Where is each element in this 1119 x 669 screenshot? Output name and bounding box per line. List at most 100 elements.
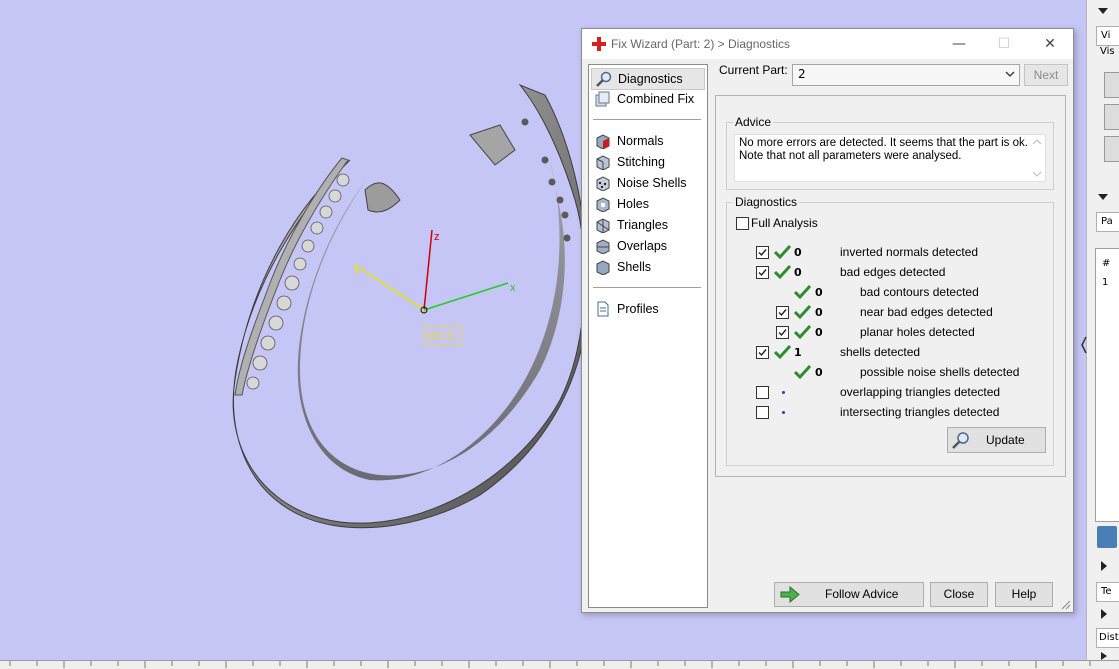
- row-count: 0: [794, 246, 802, 259]
- help-button[interactable]: Help: [995, 582, 1053, 607]
- axis-y-label: y: [354, 263, 360, 275]
- current-part-select[interactable]: 2: [792, 64, 1020, 86]
- expand-arrow-icon[interactable]: [1099, 560, 1109, 572]
- row-checkbox[interactable]: [756, 246, 769, 259]
- collapse-arrow-icon[interactable]: [1097, 6, 1109, 16]
- document-icon: [597, 301, 609, 317]
- nav-item-normals[interactable]: Normals: [591, 131, 703, 151]
- red-cross-icon: [592, 37, 606, 51]
- axis-x-label: x: [510, 282, 516, 294]
- full-analysis-label: Full Analysis: [751, 216, 818, 230]
- minimize-button[interactable]: —: [944, 33, 974, 55]
- nav-item-combined-fix[interactable]: Combined Fix: [591, 89, 703, 109]
- row-checkbox[interactable]: [756, 266, 769, 279]
- nav-item-triangles[interactable]: Triangles: [591, 215, 703, 235]
- pending-dot-icon: [782, 411, 785, 414]
- triangles-cube-icon: [596, 218, 610, 233]
- row-count: 0: [794, 266, 802, 279]
- nav-item-noise-shells[interactable]: Noise Shells: [591, 173, 703, 193]
- expand-arrow-icon[interactable]: [1099, 652, 1109, 660]
- row-label: bad contours detected: [860, 285, 979, 299]
- row-label: possible noise shells detected: [860, 365, 1020, 379]
- row-count: 0: [815, 326, 823, 339]
- splitter-handle-icon[interactable]: [1080, 335, 1088, 355]
- nav-item-label: Profiles: [617, 302, 659, 316]
- nav-item-holes[interactable]: Holes: [591, 194, 703, 214]
- diagnostics-group: Diagnostics Full Analysis 0 inverted nor…: [726, 195, 1054, 466]
- row-checkbox[interactable]: [776, 326, 789, 339]
- expand-arrow-icon[interactable]: [1099, 608, 1109, 620]
- noise-shells-icon: [596, 176, 610, 191]
- row-checkbox[interactable]: [756, 386, 769, 399]
- dialog-titlebar[interactable]: Fix Wizard (Part: 2) > Diagnostics — ☐ ✕: [582, 29, 1073, 59]
- nav-item-label: Triangles: [617, 218, 668, 232]
- right-dock-panel: Vi Vis Pa # 1 Te Dist: [1086, 0, 1119, 660]
- tab-parts[interactable]: Pa: [1096, 212, 1119, 232]
- nav-item-diagnostics[interactable]: Diagnostics: [591, 68, 705, 90]
- nav-item-label: Stitching: [617, 155, 665, 169]
- tool-button-3[interactable]: [1104, 136, 1119, 162]
- resize-grip-icon[interactable]: [1061, 600, 1071, 610]
- nav-item-label: Shells: [617, 260, 652, 274]
- axis-z-label: z: [434, 231, 440, 243]
- advice-group: Advice No more errors are detected. It s…: [726, 115, 1054, 190]
- advice-scrollbar[interactable]: [1029, 135, 1045, 181]
- tool-button-1[interactable]: [1104, 72, 1119, 98]
- row-count: 1: [794, 346, 802, 359]
- close-button[interactable]: Close: [930, 582, 988, 607]
- update-button[interactable]: Update: [947, 427, 1046, 453]
- dialog-title: Fix Wizard (Part: 2) > Diagnostics: [611, 37, 791, 51]
- nav-item-label: Overlaps: [617, 239, 668, 253]
- row-count: 0: [815, 366, 823, 379]
- nav-item-overlaps[interactable]: Overlaps: [591, 236, 703, 256]
- nav-item-label: Holes: [617, 197, 649, 211]
- parts-list[interactable]: # 1: [1095, 248, 1119, 522]
- green-check-icon: [774, 264, 791, 280]
- follow-advice-label: Follow Advice: [825, 587, 899, 601]
- tool-button-2[interactable]: [1104, 104, 1119, 130]
- row-label: planar holes detected: [860, 325, 975, 339]
- close-window-button[interactable]: ✕: [1035, 33, 1065, 55]
- tab-text[interactable]: Te: [1096, 582, 1119, 602]
- row-checkbox[interactable]: [756, 406, 769, 419]
- green-check-icon: [794, 324, 811, 340]
- overlaps-cube-icon: [596, 239, 610, 254]
- nav-item-profiles[interactable]: Profiles: [591, 299, 703, 319]
- tab-distance[interactable]: Dist: [1096, 628, 1119, 648]
- holes-cube-icon: [596, 197, 610, 212]
- nav-item-shells[interactable]: Shells: [591, 257, 703, 277]
- next-button: Next: [1024, 64, 1068, 86]
- green-arrow-right-icon: [780, 586, 800, 603]
- green-check-icon: [774, 344, 791, 360]
- nav-item-stitching[interactable]: Stitching: [591, 152, 703, 172]
- fix-wizard-dialog: Fix Wizard (Part: 2) > Diagnostics — ☐ ✕…: [581, 28, 1074, 613]
- diagnostics-group-title: Diagnostics: [733, 195, 800, 209]
- current-part-value: 2: [798, 67, 806, 81]
- parts-row-1[interactable]: 1: [1102, 277, 1108, 288]
- maximize-button: ☐: [997, 36, 1011, 52]
- advice-textbox[interactable]: No more errors are detected. It seems th…: [734, 134, 1046, 182]
- group-visibility-label: Vis: [1100, 46, 1115, 57]
- row-checkbox[interactable]: [776, 306, 789, 319]
- diagnostics-panel: Advice No more errors are detected. It s…: [715, 95, 1066, 477]
- row-checkbox[interactable]: [756, 346, 769, 359]
- chevron-down-icon: [1005, 71, 1015, 77]
- update-label: Update: [986, 433, 1025, 447]
- collapse-arrow-icon[interactable]: [1097, 192, 1109, 202]
- row-count: 0: [815, 286, 823, 299]
- full-analysis-checkbox[interactable]: [736, 217, 749, 230]
- stitching-cube-icon: [596, 155, 610, 170]
- tab-view[interactable]: Vi: [1096, 26, 1119, 46]
- nav-item-label: Diagnostics: [618, 72, 683, 86]
- advice-text: No more errors are detected. It seems th…: [739, 137, 1028, 162]
- row-label: overlapping triangles detected: [840, 385, 1001, 399]
- advice-group-title: Advice: [733, 115, 774, 129]
- nav-item-label: Normals: [617, 134, 664, 148]
- green-check-icon: [794, 304, 811, 320]
- shells-cube-icon: [596, 260, 610, 275]
- row-label: near bad edges detected: [860, 305, 993, 319]
- follow-advice-button[interactable]: Follow Advice: [774, 582, 924, 607]
- nav-divider: [593, 287, 701, 288]
- magnifier-icon: [596, 71, 612, 87]
- part-cube-icon[interactable]: [1097, 526, 1117, 548]
